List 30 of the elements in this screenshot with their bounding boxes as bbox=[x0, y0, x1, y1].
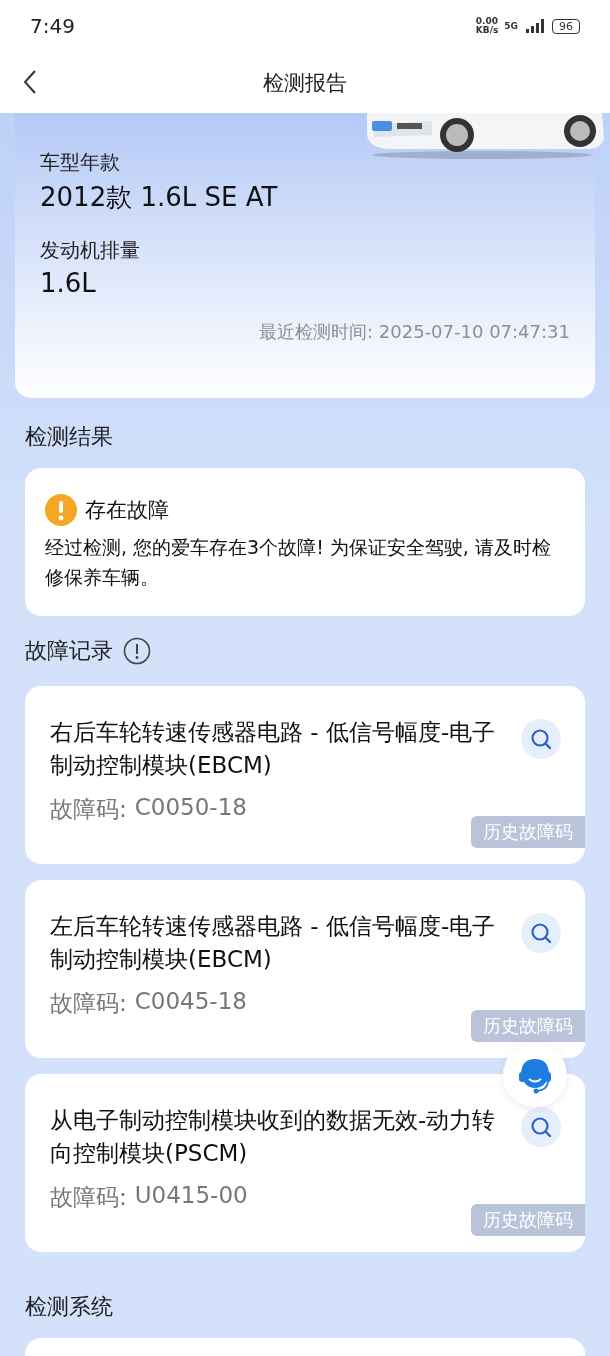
fault-card[interactable]: 右后车轮转速传感器电路 - 低信号幅度-电子制动控制模块(EBCM) 故障码: C0050-18 历史故障码 bbox=[25, 686, 585, 864]
result-message: 经过检测, 您的爱车存在3个故障! 为保证安全驾驶, 请及时检修保养车辆。 bbox=[45, 535, 552, 590]
fault-card[interactable]: 从电子制动控制模块收到的数据无效-动力转向控制模块(PSCM) 故障码: U0415-00 历史故障码 bbox=[25, 1074, 585, 1252]
fault-description: 右后车轮转速传感器电路 - 低信号幅度-电子制动控制模块(EBCM) bbox=[50, 718, 497, 780]
history-badge: 历史故障码 bbox=[471, 1010, 585, 1042]
fault-description: 左后车轮转速传感器电路 - 低信号幅度-电子制动控制模块(EBCM) bbox=[50, 912, 497, 974]
fault-code-label: 故障码: bbox=[50, 989, 127, 1018]
status-time: 7:49 bbox=[30, 14, 75, 38]
history-badge: 历史故障码 bbox=[471, 816, 585, 848]
fault-code-label: 故障码: bbox=[50, 1183, 127, 1212]
fault-code: C0045-18 bbox=[134, 988, 247, 1016]
section-title: 检测结果 bbox=[25, 423, 113, 451]
battery-indicator: 96 bbox=[552, 18, 580, 34]
network-speed: 0.00 KB/s bbox=[475, 17, 499, 35]
fault-code-label: 故障码: bbox=[50, 795, 127, 824]
field-value: 1.6L bbox=[40, 268, 97, 298]
fault-code: C0050-18 bbox=[134, 794, 247, 822]
history-badge: 历史故障码 bbox=[471, 1204, 585, 1236]
result-title: 存在故障 bbox=[85, 497, 169, 524]
page-title: 检测报告 bbox=[263, 69, 347, 97]
field-value: 2012款 1.6L SE AT bbox=[40, 181, 279, 214]
fault-code: U0415-00 bbox=[134, 1182, 248, 1210]
section-title: 故障记录 bbox=[25, 637, 113, 665]
section-title: 检测系统 bbox=[25, 1293, 113, 1321]
fault-card[interactable]: 左后车轮转速传感器电路 - 低信号幅度-电子制动控制模块(EBCM) 故障码: C0045-18 历史故障码 bbox=[25, 880, 585, 1058]
field-label: 车型年款 bbox=[40, 149, 121, 176]
fault-description: 从电子制动控制模块收到的数据无效-动力转向控制模块(PSCM) bbox=[50, 1106, 497, 1168]
last-check-time: 最近检测时间: 2025-07-10 07:47:31 bbox=[259, 320, 570, 344]
network-type: 5G bbox=[504, 21, 518, 31]
field-label: 发动机排量 bbox=[40, 237, 141, 264]
